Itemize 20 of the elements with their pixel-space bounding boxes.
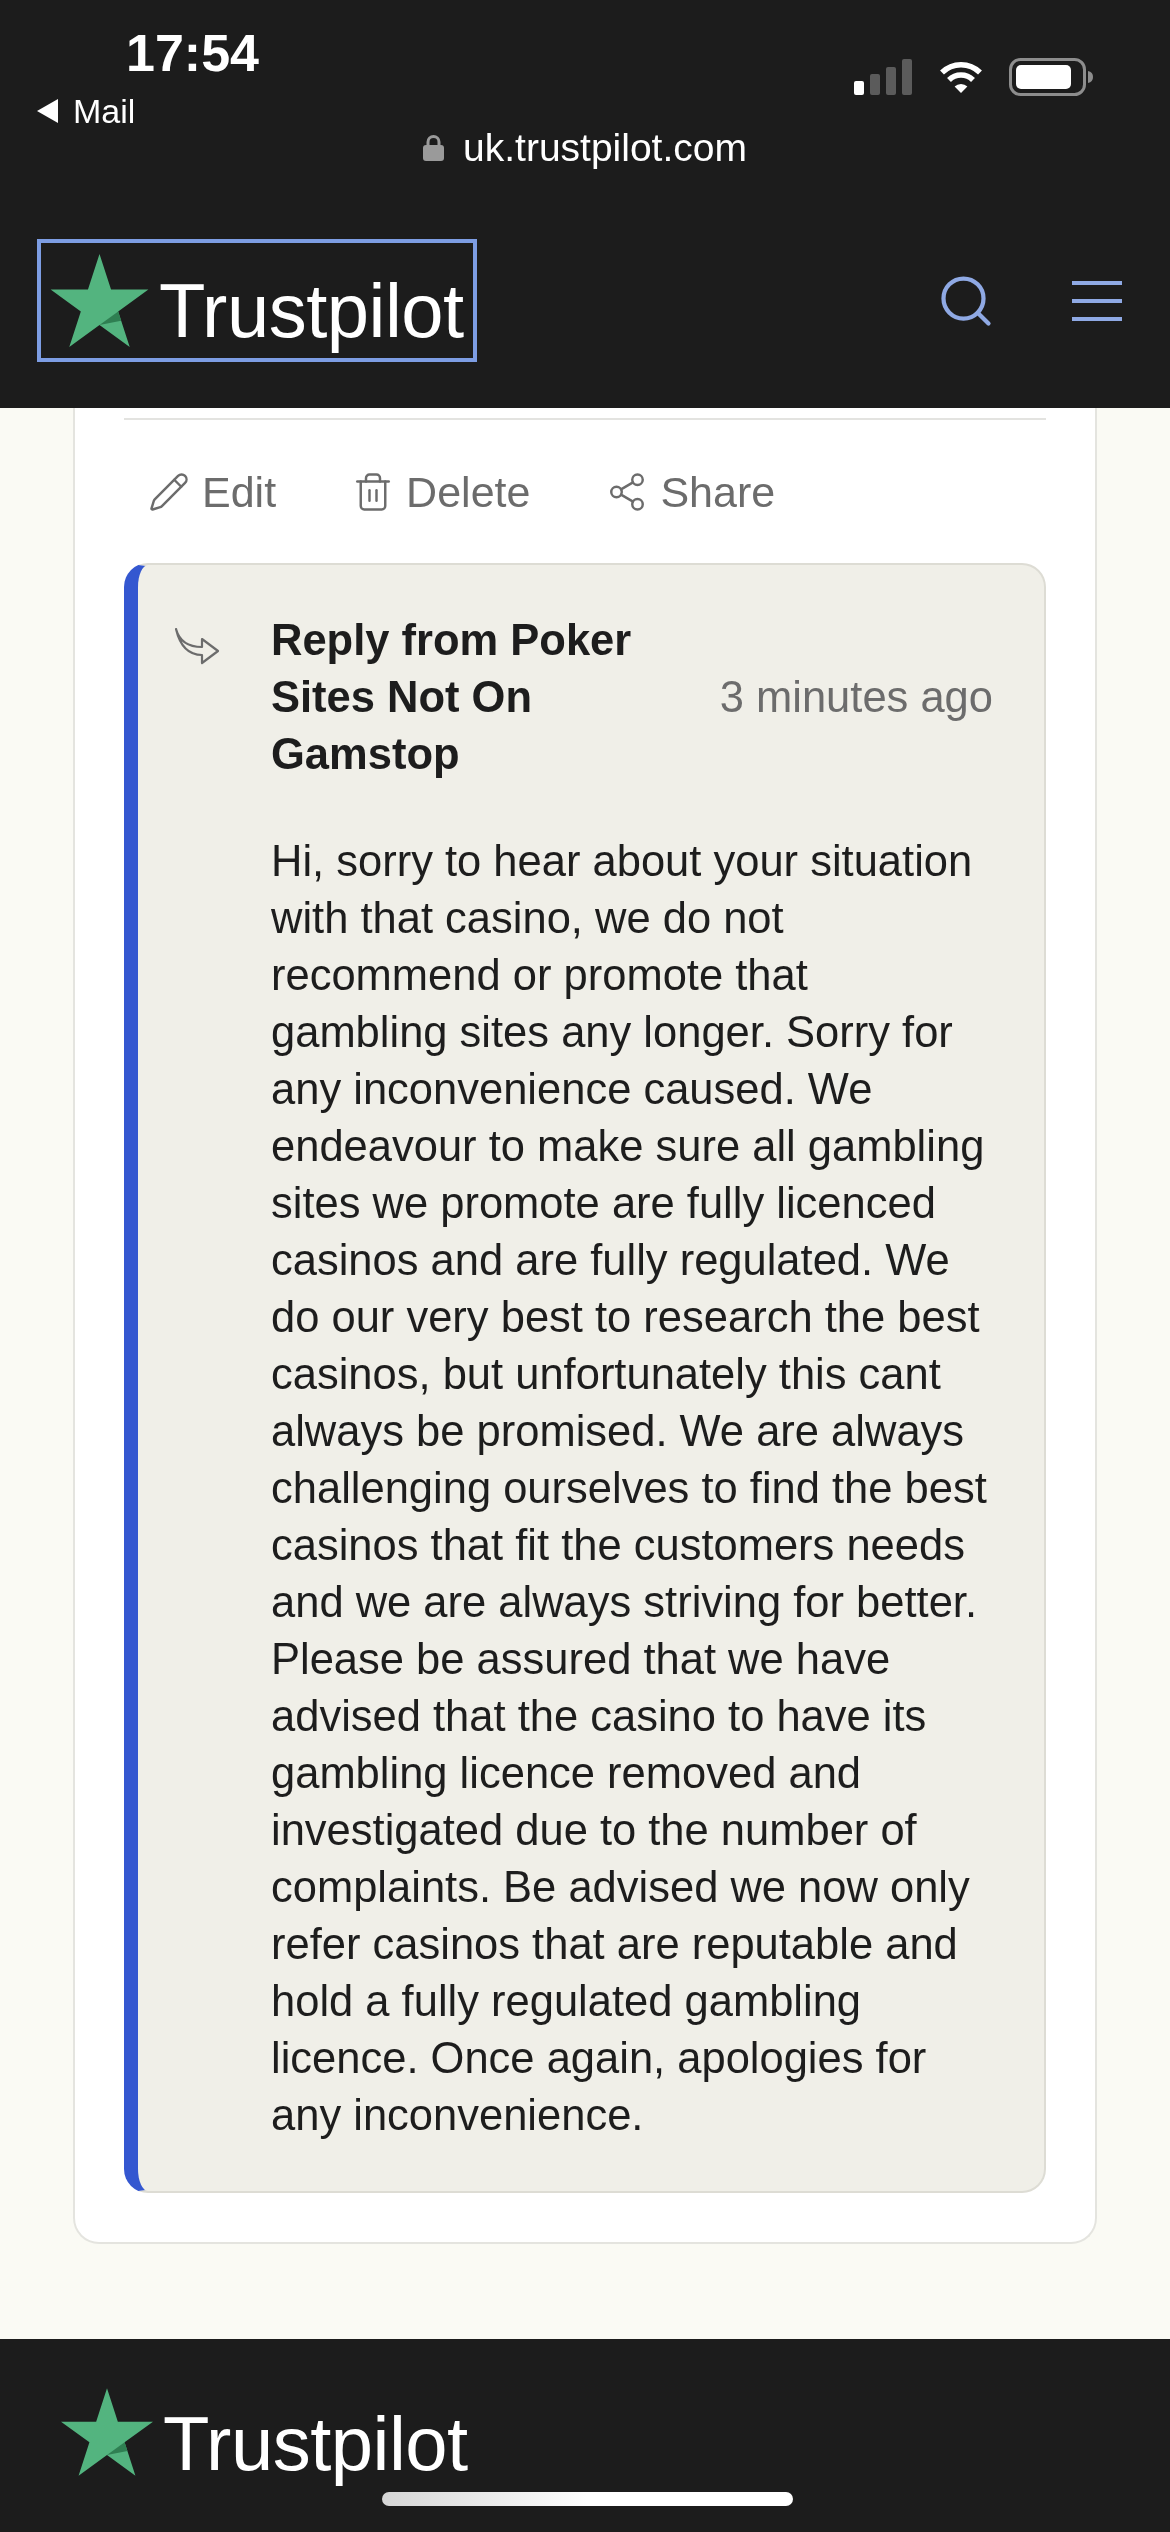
- star-icon: [61, 2388, 153, 2476]
- reply-text: Hi, sorry to hear about your situation with that casino, we do not recommend or promote that gambling sites any longer. Sorry for any inconvenience caused. We endeavour to make sure all gambling sites we promote are fully licenced casinos and are fully regulated. We do our very best to research the best casinos, but unfortunately this cant always be promised. We are always challenging ourselves to find the best casinos that fit the customers needs and we are always striving for better. Please be assured that we have advised that the casino to have its gambling licence removed and investigated due to the number of complaints. Be advised we now only refer casinos that are reputable and hold a fully regulated gambling licence. Once again, apologies for any inconvenience.: [271, 836, 988, 2141]
- battery-icon: [1009, 58, 1093, 96]
- wifi-icon: [939, 60, 983, 94]
- back-link[interactable]: Mail: [37, 94, 136, 128]
- edit-button[interactable]: Edit: [148, 467, 277, 517]
- lock-icon: [423, 135, 445, 161]
- logo-link[interactable]: Trustpilot: [37, 239, 477, 362]
- signal-icon: [854, 59, 913, 95]
- delete-button[interactable]: Delete: [352, 467, 531, 517]
- menu-icon[interactable]: [1072, 279, 1122, 322]
- url-text: uk.trustpilot.com: [463, 128, 747, 168]
- reply-title: Reply from Poker Sites Not On Gamstop: [271, 615, 633, 780]
- star-icon: [50, 254, 149, 347]
- share-button[interactable]: Share: [606, 467, 776, 517]
- back-triangle-icon: [37, 99, 58, 123]
- pencil-icon: [148, 471, 190, 513]
- curved-arrow-icon: [174, 626, 221, 665]
- status-time: 17:54: [126, 23, 259, 84]
- reply-time: 3 minutes ago: [719, 672, 993, 723]
